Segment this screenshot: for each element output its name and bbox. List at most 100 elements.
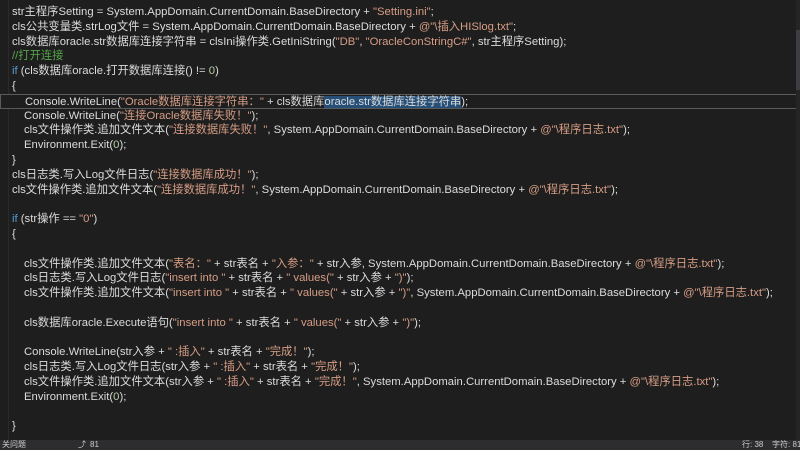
code-token-str: "OracleConStringC#" [365, 35, 472, 48]
code-line[interactable]: cls文件操作类.追加文件文本("连接数据库成功！", System.AppDo… [0, 183, 800, 198]
code-line[interactable]: { [0, 79, 800, 94]
code-line[interactable] [0, 197, 800, 212]
code-token-str: ")" [402, 316, 415, 329]
code-line[interactable]: cls日志类.写入Log文件日志(str入参 + " :插入" + str表名 … [0, 360, 800, 375]
code-token-plain: + str入参 + [333, 272, 395, 285]
code-token-plain: + str表名 + [204, 346, 266, 359]
code-token-plain: { [12, 80, 16, 92]
code-token-plain: + str表名 + [225, 272, 287, 285]
code-line[interactable] [0, 242, 800, 257]
code-token-str: "DB" [335, 35, 360, 48]
code-line[interactable]: } [0, 153, 800, 168]
code-token-str: "完成！" [311, 361, 353, 374]
code-line-current[interactable]: Console.WriteLine("Oracle数据库连接字符串：" + cl… [0, 93, 800, 109]
code-line[interactable]: cls文件操作类.追加文件文本("表名：" + str表名 + "入参：" + … [0, 257, 800, 272]
code-token-str: "表名：" [168, 257, 211, 270]
code-token-str: " :插入" [213, 361, 251, 374]
code-line[interactable]: //打开连接 [0, 49, 800, 64]
code-line[interactable]: cls文件操作类.追加文件文本("连接数据库失败！", System.AppDo… [0, 123, 800, 138]
code-line[interactable]: Console.WriteLine("连接Oracle数据库失败！"); [0, 109, 800, 124]
code-token-plain: ); [461, 95, 469, 108]
code-token-str: ")" [394, 272, 407, 285]
code-token-plain: ); [251, 109, 259, 122]
code-token-plain: cls文件操作类.追加文件文本( [24, 124, 169, 137]
vertical-scrollbar[interactable] [796, 0, 800, 440]
code-line[interactable] [0, 405, 800, 420]
code-token-str: "0" [79, 213, 94, 226]
code-token-plain: } [12, 420, 16, 433]
code-token-plain: + str表名 + [232, 316, 294, 329]
code-token-plain: cls文件操作类.追加文件文本( [12, 183, 157, 196]
code-token-str: "insert into " [168, 287, 230, 300]
branch-icon[interactable]: ⤴ [78, 440, 86, 450]
code-token-plain: cls文件操作类.追加文件文本( [24, 287, 169, 300]
code-line[interactable]: cls日志类.写入Log文件日志("insert into " + str表名 … [0, 271, 800, 286]
code-token-plain: + cls数据库 [263, 95, 325, 108]
code-token-plain: cls文件操作类.追加文件文本(str入参 + [24, 376, 217, 388]
code-line[interactable] [0, 301, 800, 316]
status-issues-text[interactable]: 关问题 [2, 440, 26, 450]
code-token-plain: ); [251, 168, 259, 181]
code-token-plain: ); [414, 316, 422, 329]
code-token-str: "连接数据库失败！" [168, 124, 268, 137]
code-token-plain: ) [93, 213, 98, 226]
code-token-plain: ; [513, 20, 517, 33]
code-line[interactable]: Environment.Exit(0); [0, 138, 800, 153]
code-token-str: "连接Oracle数据库失败！" [119, 109, 252, 122]
code-token-plain: , System.AppDomain.CurrentDomain.BaseDir… [410, 287, 684, 300]
code-token-str: "连接数据库成功！" [156, 183, 256, 196]
code-token-plain: Console.WriteLine( [24, 109, 120, 122]
status-zoom-text[interactable]: 81 [90, 440, 99, 450]
code-token-plain: + str入参 + [337, 287, 399, 300]
code-token-plain: + str表名 + [253, 376, 315, 388]
code-editor[interactable]: str主程序Setting = System.AppDomain.Current… [0, 0, 800, 440]
code-line[interactable]: } [0, 419, 800, 434]
code-token-plain: , str主程序Setting); [471, 35, 567, 48]
code-line[interactable]: cls文件操作类.追加文件文本(str入参 + " :插入" + str表名 +… [0, 375, 800, 390]
code-token-plain: cls日志类.写入Log文件日志( [12, 168, 154, 181]
code-token-plain: ); [717, 257, 725, 270]
code-token-str: "insert into " [165, 272, 226, 285]
code-token-plain: ; [430, 6, 434, 18]
code-token-plain: Console.WriteLine( [25, 95, 121, 108]
code-token-str: "连接数据库成功！" [153, 168, 252, 181]
code-line[interactable]: cls日志类.写入Log文件日志("连接数据库成功！"); [0, 168, 800, 183]
code-line[interactable] [0, 331, 800, 346]
code-token-plain: ); [766, 287, 773, 300]
code-token-str: @"\程序日志.txt" [634, 257, 718, 270]
code-token-str: " :插入" [217, 376, 254, 388]
code-line[interactable]: if (str操作 == "0") [0, 212, 800, 227]
code-token-plain: ); [623, 124, 630, 137]
code-token-plain: str主程序Setting = System.AppDomain.Current… [12, 6, 374, 18]
code-line[interactable]: Console.WriteLine(str入参 + " :插入" + str表名… [0, 345, 800, 360]
code-line[interactable]: cls公共变量类.strLog文件 = System.AppDomain.Cur… [0, 20, 800, 35]
code-token-plain: , System.AppDomain.CurrentDomain.BaseDir… [255, 183, 529, 196]
code-line[interactable]: if (cls数据库oracle.打开数据库连接() != 0) [0, 64, 800, 79]
scrollbar-thumb[interactable] [796, 30, 800, 90]
code-token-plain: + str入参 + [341, 316, 403, 329]
code-token-plain: Console.WriteLine(str入参 + [24, 346, 168, 359]
code-token-plain: cls公共变量类.strLog文件 = System.AppDomain.Cur… [12, 20, 419, 33]
code-token-str: @"\插入HISlog.txt" [418, 20, 514, 33]
code-token-plain: cls日志类.写入Log文件日志( [24, 272, 166, 285]
code-token-plain: ) [215, 65, 219, 78]
code-token-str: ")" [398, 287, 411, 300]
code-token-cm: //打开连接 [12, 50, 64, 63]
code-token-plain: ); [119, 390, 127, 403]
code-token-plain: { [12, 228, 16, 240]
code-token-plain: (cls数据库oracle.打开数据库连接() != [17, 65, 209, 78]
status-bar: 关问题 ⤴ 81 行: 38 字符: 81 [0, 440, 800, 450]
code-line[interactable]: cls数据库oracle.Execute语句("insert into " + … [0, 316, 800, 331]
code-line[interactable]: cls数据库oracle.str数据库连接字符串 = clsIni操作类.Get… [0, 35, 800, 50]
code-line[interactable]: cls文件操作类.追加文件文本("insert into " + str表名 +… [0, 286, 800, 301]
code-token-plain: + str入参, System.AppDomain.CurrentDomain.… [313, 257, 635, 270]
code-token-str: @"\程序日志.txt" [629, 376, 713, 388]
code-line[interactable]: { [0, 227, 800, 242]
code-token-plain: cls日志类.写入Log文件日志(str入参 + [24, 361, 214, 374]
code-line[interactable]: Environment.Exit(0); [0, 390, 800, 405]
code-token-str: @"\程序日志.txt" [528, 183, 612, 196]
code-token-sel: oracle.str数据库连接字符串 [324, 95, 462, 108]
code-token-plain: cls文件操作类.追加文件文本( [24, 257, 169, 270]
code-token-str: "insert into " [172, 316, 233, 329]
code-line[interactable]: str主程序Setting = System.AppDomain.Current… [0, 5, 800, 20]
